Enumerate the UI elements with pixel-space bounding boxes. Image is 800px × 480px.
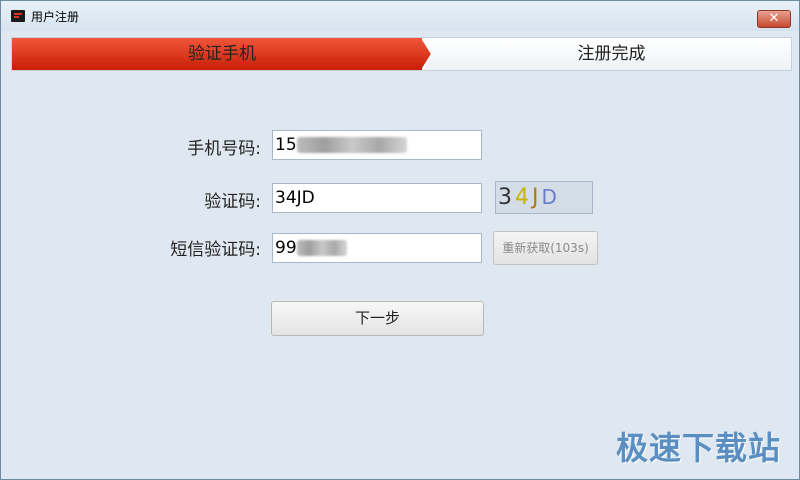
step-progress-bar: 验证手机 注册完成 bbox=[11, 37, 792, 71]
phone-value: 15 bbox=[275, 135, 297, 155]
captcha-char: 3 bbox=[498, 185, 512, 210]
captcha-input[interactable]: 34JD bbox=[272, 183, 482, 213]
redacted-blur bbox=[296, 240, 347, 256]
title-bar: 用户注册 ✕ bbox=[1, 1, 799, 31]
captcha-char: J bbox=[532, 185, 539, 210]
watermark-logo: 极速下载站 bbox=[615, 429, 781, 467]
app-icon bbox=[11, 10, 25, 22]
captcha-label: 验证码: bbox=[204, 192, 261, 212]
sms-code-label: 短信验证码: bbox=[170, 240, 261, 260]
next-step-button[interactable]: 下一步 bbox=[271, 301, 484, 336]
captcha-image[interactable]: 34JD bbox=[495, 181, 593, 214]
sms-code-input[interactable]: 99 bbox=[272, 233, 482, 263]
registration-window: 用户注册 ✕ 验证手机 注册完成 手机号码: 15 验证码: 34JD 34JD… bbox=[0, 0, 800, 480]
close-button[interactable]: ✕ bbox=[757, 10, 791, 28]
sms-code-value: 99 bbox=[275, 238, 297, 258]
resend-code-button[interactable]: 重新获取(103s) bbox=[493, 231, 598, 265]
window-title: 用户注册 bbox=[31, 10, 80, 24]
captcha-char: D bbox=[541, 185, 557, 209]
captcha-char: 4 bbox=[515, 185, 529, 210]
step-register-complete: 注册完成 bbox=[577, 44, 646, 64]
phone-label: 手机号码: bbox=[187, 139, 261, 159]
step-verify-phone: 验证手机 bbox=[188, 44, 256, 64]
captcha-text: 34JD bbox=[498, 185, 560, 210]
redacted-blur bbox=[296, 137, 407, 153]
phone-input[interactable]: 15 bbox=[272, 130, 482, 160]
